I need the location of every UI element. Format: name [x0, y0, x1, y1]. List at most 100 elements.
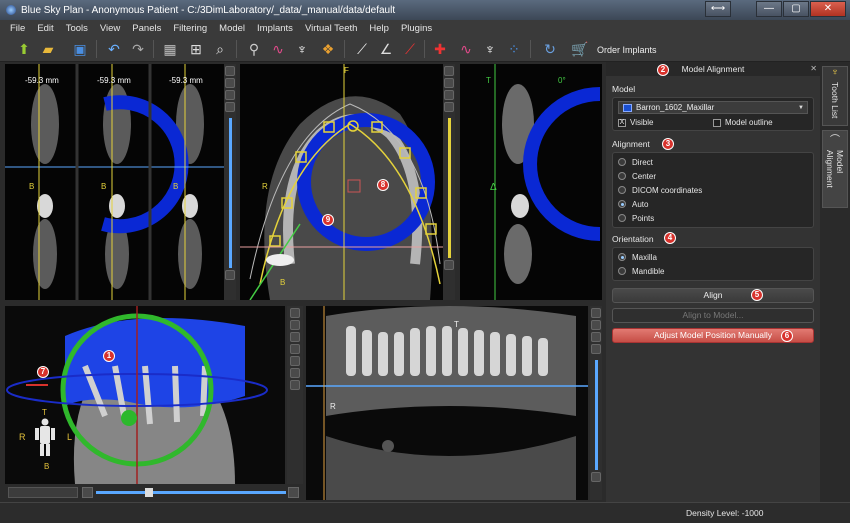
undo-icon[interactable]: ↶ — [104, 39, 124, 59]
cart-icon[interactable]: 🛒 — [570, 39, 590, 59]
redo-icon[interactable]: ↷ — [128, 39, 148, 59]
menu-edit[interactable]: Edit — [31, 23, 59, 34]
menu-help[interactable]: Help — [363, 23, 395, 34]
align-button[interactable]: Align — [612, 288, 814, 303]
alignment-option-auto[interactable]: Auto — [618, 197, 808, 211]
annotation-badge: 8 — [377, 179, 389, 191]
maximize-view-button[interactable] — [444, 66, 454, 76]
slider-handle[interactable] — [145, 488, 153, 497]
view-option-button[interactable] — [444, 78, 454, 88]
implant-icon[interactable]: ⚲ — [244, 39, 264, 59]
radio-button[interactable] — [618, 186, 626, 194]
visible-checkbox-row[interactable]: X Visible — [618, 118, 713, 127]
menu-panels[interactable]: Panels — [126, 23, 167, 34]
eye-icon[interactable] — [225, 90, 235, 100]
maximize-view-button[interactable] — [225, 66, 235, 76]
model-select-value: Barron_1602_Maxillar — [636, 103, 715, 112]
minimize-button[interactable]: — — [756, 1, 782, 17]
order-implants-label[interactable]: Order Implants — [597, 45, 657, 55]
scroll-down-button[interactable] — [444, 260, 454, 270]
implant-view-icon[interactable] — [290, 356, 300, 366]
radio-button[interactable] — [618, 214, 626, 222]
radio-button-selected[interactable] — [618, 200, 626, 208]
align-to-model-button[interactable]: Align to Model... — [612, 308, 814, 323]
tooth-icon[interactable]: ♆ — [292, 39, 312, 59]
radio-button-selected[interactable] — [618, 253, 626, 261]
nerve-icon[interactable]: ∿ — [268, 39, 288, 59]
save-icon[interactable]: ▣ — [70, 39, 90, 59]
radio-button[interactable] — [618, 172, 626, 180]
axial-view-panel[interactable]: F R B — [240, 64, 444, 300]
menu-filtering[interactable]: Filtering — [167, 23, 213, 34]
teeth-set-icon[interactable]: ❖ — [318, 39, 338, 59]
slice-slider[interactable] — [228, 118, 232, 268]
model-outline-checkbox[interactable] — [713, 118, 721, 127]
menu-view[interactable]: View — [94, 23, 126, 34]
visible-checkbox[interactable]: X — [618, 118, 626, 127]
virtual-tooth-icon[interactable]: ♆ — [480, 39, 500, 59]
eye-icon[interactable] — [444, 90, 454, 100]
sagittal-view-panel[interactable]: T 0° Δ — [460, 64, 602, 300]
radio-button[interactable] — [618, 267, 626, 275]
maximize-view-button[interactable] — [591, 308, 601, 318]
tab-model-alignment[interactable]: ⌒ Model Alignment — [822, 130, 848, 208]
add-point-icon[interactable]: ✚ — [430, 39, 450, 59]
scroll-down-button[interactable] — [225, 270, 235, 280]
view-option-button[interactable] — [225, 78, 235, 88]
3d-view-panel[interactable]: T R L B — [5, 306, 285, 484]
eye-icon[interactable] — [591, 332, 601, 342]
menu-file[interactable]: File — [4, 23, 31, 34]
curve-icon[interactable]: ∿ — [456, 39, 476, 59]
alignment-option-center[interactable]: Center — [618, 169, 808, 183]
panorama-icon[interactable]: ⊞ — [186, 39, 206, 59]
menu-implants[interactable]: Implants — [251, 23, 299, 34]
scroll-up-button[interactable] — [225, 102, 235, 112]
points-icon[interactable]: ⁘ — [504, 39, 524, 59]
outline-checkbox-row[interactable]: Model outline — [713, 118, 773, 127]
tab-tooth-list[interactable]: ♆ Tooth List — [822, 66, 848, 126]
measure-distance-icon[interactable]: ⟋ — [352, 39, 372, 59]
orientation-option-mandible[interactable]: Mandible — [618, 264, 808, 278]
arch-view-icon[interactable] — [290, 380, 300, 390]
slider-right-button[interactable] — [288, 487, 299, 498]
alignment-option-direct[interactable]: Direct — [618, 155, 808, 169]
scroll-up-button[interactable] — [591, 344, 601, 354]
model-color-swatch[interactable] — [623, 103, 632, 112]
view-option-button[interactable] — [591, 320, 601, 330]
cross-section-panel[interactable]: -59.3 mm -59.3 mm -59.3 mm B B B — [5, 64, 233, 300]
skull-icon[interactable] — [290, 332, 300, 342]
menu-model[interactable]: Model — [213, 23, 251, 34]
slider-left-button[interactable] — [82, 487, 93, 498]
model-select[interactable]: Barron_1602_Maxillar ▼ — [618, 101, 808, 114]
new-project-icon[interactable]: ⬆ — [14, 39, 34, 59]
orientation-option-maxilla[interactable]: Maxilla — [618, 250, 808, 264]
menu-virtual-teeth[interactable]: Virtual Teeth — [299, 23, 363, 34]
3d-threshold-slider[interactable] — [96, 491, 286, 494]
close-button[interactable]: ✕ — [810, 1, 846, 17]
scan-view-icon[interactable] — [290, 368, 300, 378]
scroll-up-button[interactable] — [444, 102, 454, 112]
scroll-down-button[interactable] — [591, 472, 601, 482]
radio-button[interactable] — [618, 158, 626, 166]
swap-screen-button[interactable]: ⟷ — [705, 1, 731, 17]
preset-dropdown[interactable] — [8, 487, 78, 498]
layout-grid-icon[interactable]: ▦ — [160, 39, 180, 59]
view-option-button[interactable] — [290, 320, 300, 330]
menu-tools[interactable]: Tools — [60, 23, 94, 34]
panoramic-view-panel[interactable]: T R — [306, 306, 588, 500]
panoramic-slider[interactable] — [594, 360, 598, 470]
panel-close-icon[interactable]: ✕ — [810, 62, 817, 76]
measure-tool-icon[interactable]: ⟋ — [400, 39, 420, 59]
tooth-view-icon[interactable] — [290, 344, 300, 354]
maximize-view-button[interactable] — [290, 308, 300, 318]
refresh-icon[interactable]: ↻ — [540, 39, 560, 59]
open-folder-icon[interactable]: ▰ — [38, 39, 58, 59]
menu-plugins[interactable]: Plugins — [395, 23, 438, 34]
maximize-button[interactable]: ▢ — [783, 1, 809, 17]
measure-angle-icon[interactable]: ∠ — [376, 39, 396, 59]
alignment-option-points[interactable]: Points — [618, 211, 808, 225]
zoom-icon[interactable]: ⌕ — [210, 39, 230, 59]
measure-label: -59.3 mm — [169, 76, 203, 85]
axial-slice-slider[interactable] — [447, 118, 451, 258]
alignment-option-dicom[interactable]: DICOM coordinates — [618, 183, 808, 197]
